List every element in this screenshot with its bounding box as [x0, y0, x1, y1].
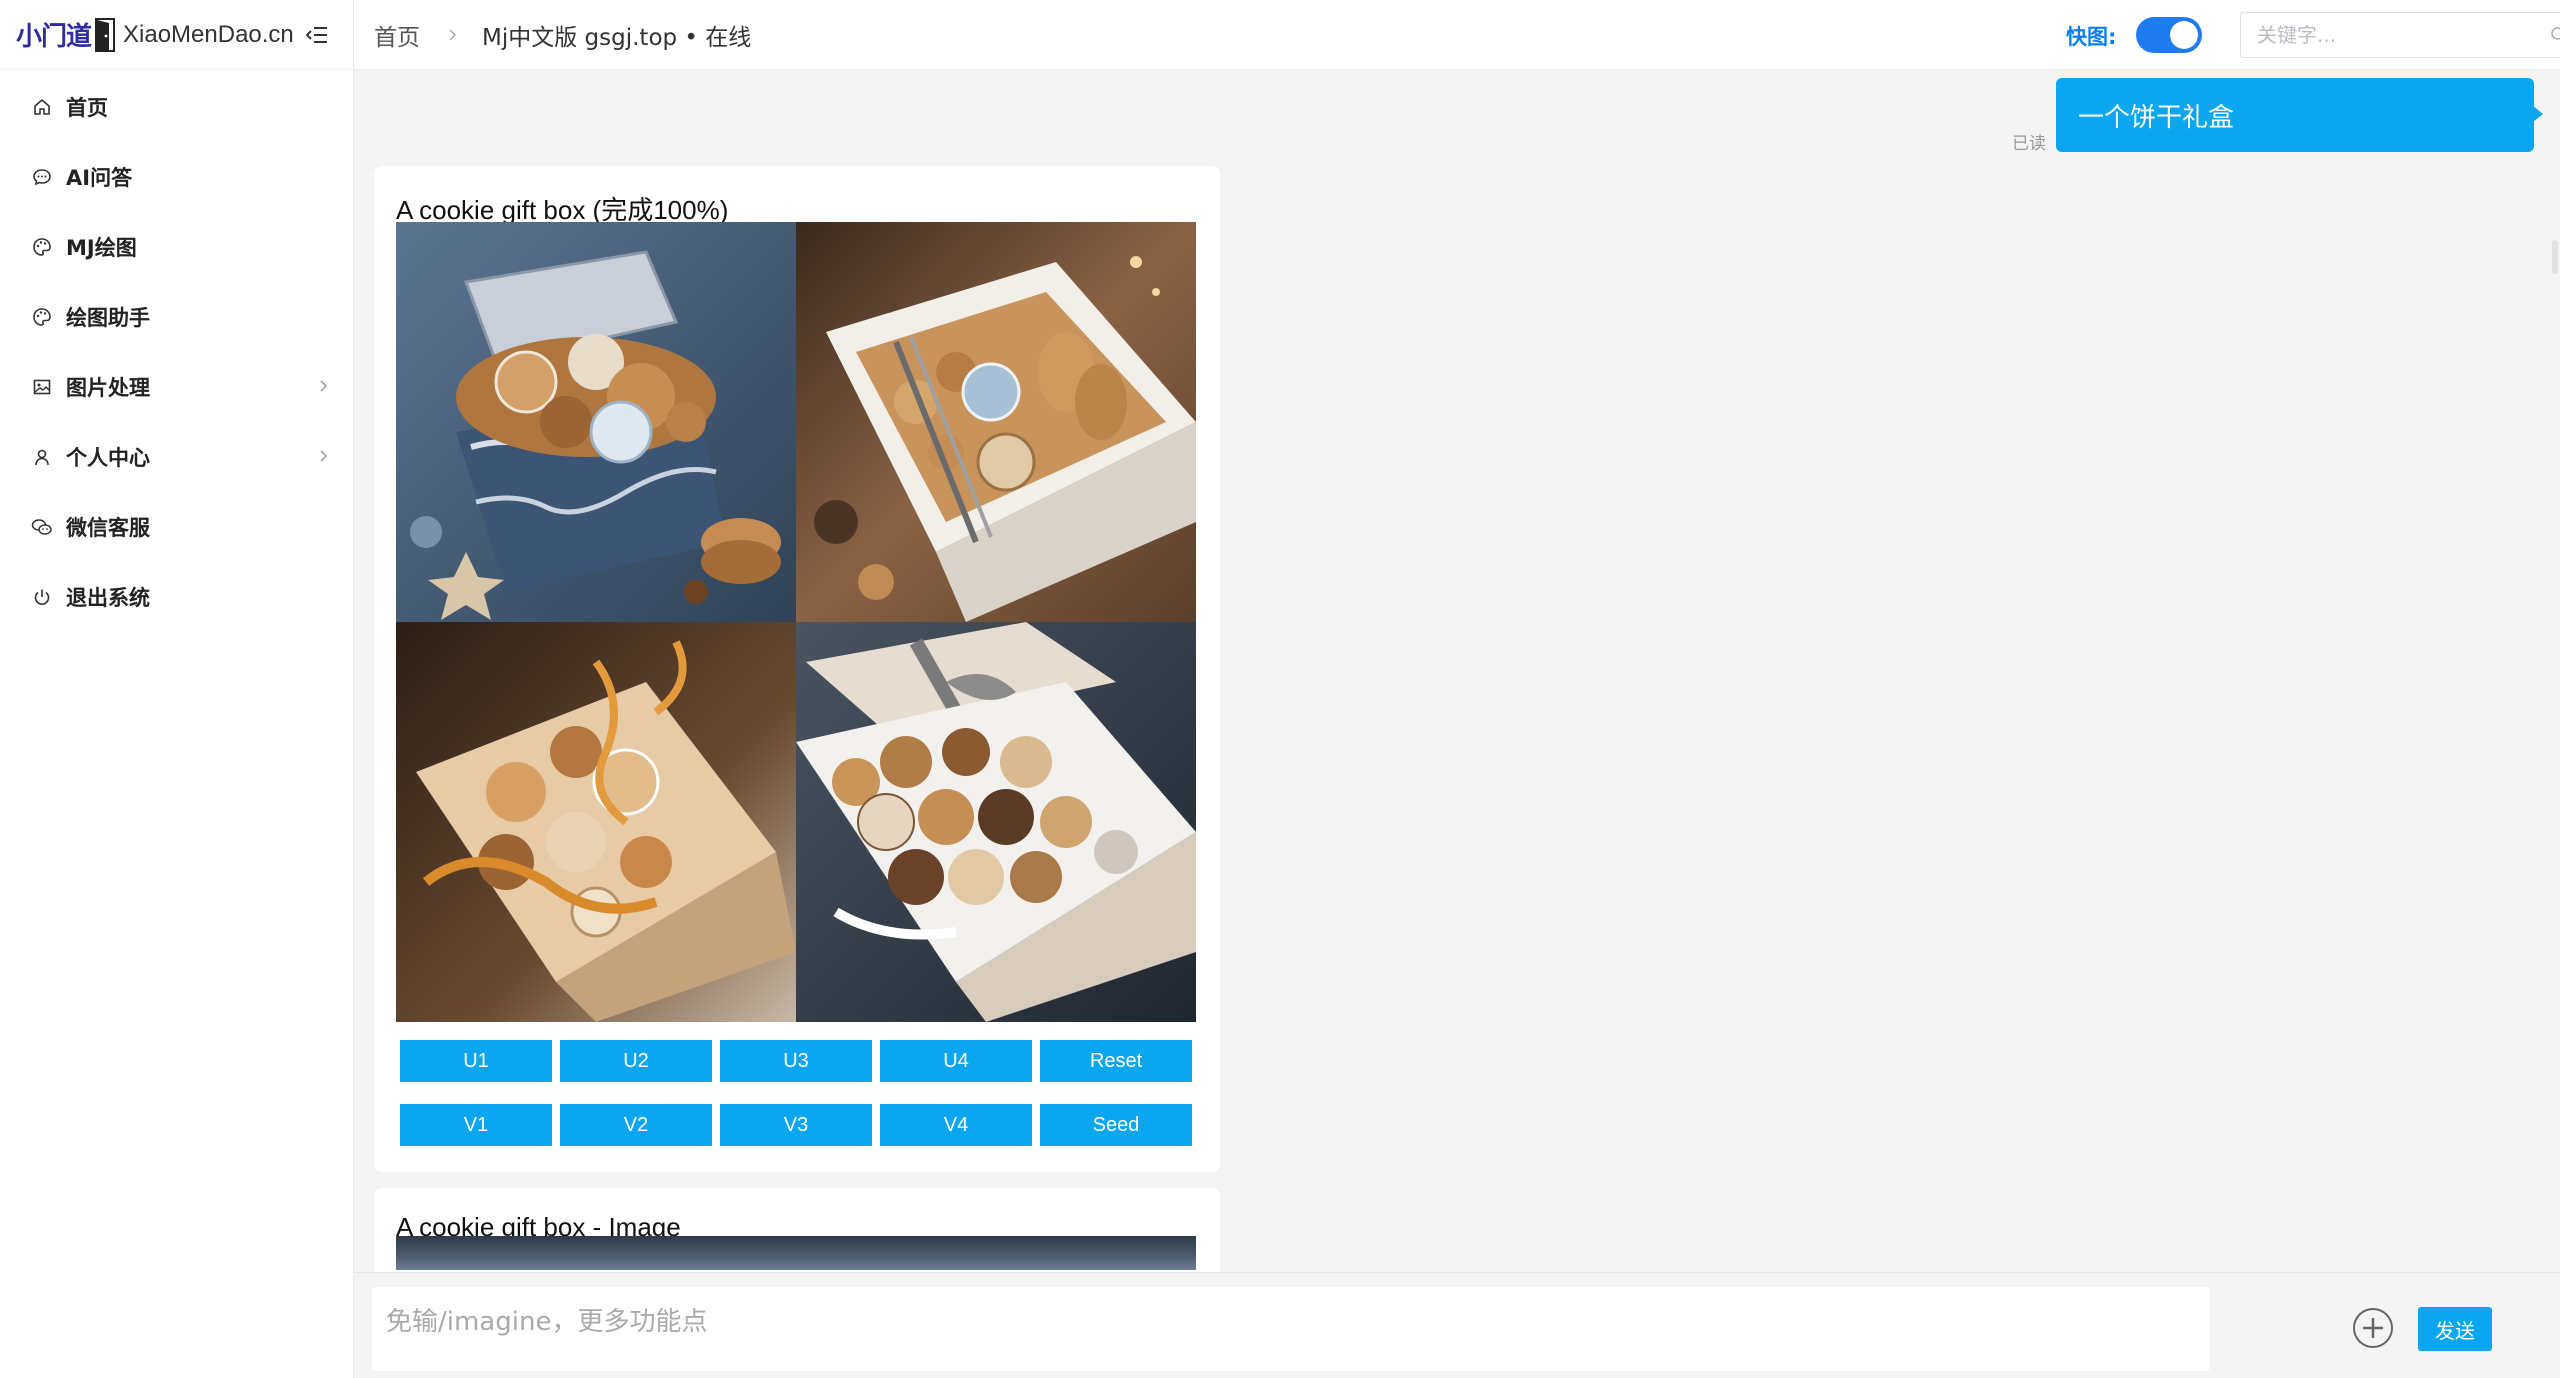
- send-button[interactable]: 发送: [2418, 1307, 2492, 1351]
- u4-button[interactable]: U4: [880, 1040, 1032, 1082]
- sidebar-item-label: 图片处理: [66, 376, 150, 400]
- generated-image-2: [796, 222, 1196, 622]
- fast-mode-label: 快图:: [2066, 25, 2117, 49]
- power-icon: [30, 585, 54, 609]
- sidebar-menu: 首页 AI问答 MJ绘图 绘图助手 图片处理 个人中心 微信客服 退出系统: [0, 70, 353, 632]
- generated-image-3: [396, 622, 796, 1022]
- scrollbar[interactable]: [2552, 240, 2558, 274]
- sidebar-item-label: 微信客服: [66, 516, 150, 540]
- sidebar-item-label: 退出系统: [66, 586, 150, 610]
- user-message-bubble: 一个饼干礼盒: [2056, 78, 2543, 152]
- chevron-right-icon: [313, 376, 333, 396]
- sidebar: 小门道 XiaoMenDao.cn 首页 AI问答 MJ绘图 绘图助手 图片处理…: [0, 0, 354, 1378]
- logo[interactable]: 小门道 XiaoMenDao.cn: [0, 0, 353, 70]
- generated-image-1: [396, 222, 796, 622]
- door-logo-icon: [95, 17, 116, 52]
- toggle-knob: [2170, 21, 2198, 49]
- breadcrumb-current: Mj中文版 gsgj.top • 在线: [482, 25, 752, 51]
- seed-button[interactable]: Seed: [1040, 1104, 1192, 1146]
- u1-button[interactable]: U1: [400, 1040, 552, 1082]
- u3-button[interactable]: U3: [720, 1040, 872, 1082]
- variation-button-row: V1 V2 V3 V4 Seed: [400, 1104, 1200, 1146]
- breadcrumb-home[interactable]: 首页: [374, 18, 420, 52]
- palette-icon: [30, 305, 54, 329]
- generated-image-grid[interactable]: [396, 222, 1196, 1022]
- prompt-input[interactable]: [372, 1287, 2210, 1371]
- sidebar-item-label: 个人中心: [66, 446, 150, 470]
- wechat-icon: [30, 515, 54, 539]
- user-icon: [30, 445, 54, 469]
- chat-bubble-icon: [30, 165, 54, 189]
- breadcrumb: 首页 Mj中文版 gsgj.top • 在线: [374, 0, 751, 70]
- home-icon: [30, 95, 54, 119]
- sidebar-item-mj-draw[interactable]: MJ绘图: [0, 212, 353, 282]
- v4-button[interactable]: V4: [880, 1104, 1032, 1146]
- sidebar-item-ai-qa[interactable]: AI问答: [0, 142, 353, 212]
- sidebar-item-label: AI问答: [66, 166, 133, 190]
- sidebar-item-draw-assistant[interactable]: 绘图助手: [0, 282, 353, 352]
- reset-button[interactable]: Reset: [1040, 1040, 1192, 1082]
- read-status: 已读: [2012, 134, 2046, 154]
- u2-button[interactable]: U2: [560, 1040, 712, 1082]
- top-header: 首页 Mj中文版 gsgj.top • 在线 快图:: [354, 0, 2560, 70]
- generated-image-preview[interactable]: [396, 1236, 1196, 1270]
- search-box: [2240, 12, 2560, 58]
- upscale-button-row: U1 U2 U3 U4 Reset: [400, 1040, 1200, 1082]
- search-icon[interactable]: [2549, 25, 2560, 45]
- sidebar-item-image-processing[interactable]: 图片处理: [0, 352, 353, 422]
- sidebar-item-label: MJ绘图: [66, 236, 137, 260]
- sidebar-item-logout[interactable]: 退出系统: [0, 562, 353, 632]
- fold-menu-icon[interactable]: [302, 20, 332, 50]
- user-message-row: 已读 一个饼干礼盒: [2012, 78, 2543, 154]
- generated-image-4: [796, 622, 1196, 1022]
- v3-button[interactable]: V3: [720, 1104, 872, 1146]
- image-icon: [30, 375, 54, 399]
- palette-icon: [30, 235, 54, 259]
- sidebar-item-wechat-support[interactable]: 微信客服: [0, 492, 353, 562]
- fast-mode-toggle[interactable]: [2136, 17, 2202, 53]
- chevron-right-icon: [446, 27, 460, 43]
- result-card: A cookie gift box (完成100%) U1 U2 U3 U4 R…: [374, 166, 1220, 1172]
- sidebar-item-label: 绘图助手: [66, 306, 150, 330]
- sidebar-item-home[interactable]: 首页: [0, 72, 353, 142]
- search-input[interactable]: [2241, 13, 2521, 57]
- chevron-right-icon: [313, 446, 333, 466]
- brand-name-cn: 小门道: [16, 22, 92, 52]
- sidebar-item-personal-center[interactable]: 个人中心: [0, 422, 353, 492]
- sidebar-item-label: 首页: [66, 96, 108, 120]
- prompt-input-wrapper: [372, 1287, 2210, 1371]
- input-bar: 发送: [354, 1272, 2560, 1378]
- brand-name-en: XiaoMenDao.cn: [123, 20, 294, 48]
- v1-button[interactable]: V1: [400, 1104, 552, 1146]
- v2-button[interactable]: V2: [560, 1104, 712, 1146]
- add-function-icon[interactable]: [2352, 1307, 2394, 1349]
